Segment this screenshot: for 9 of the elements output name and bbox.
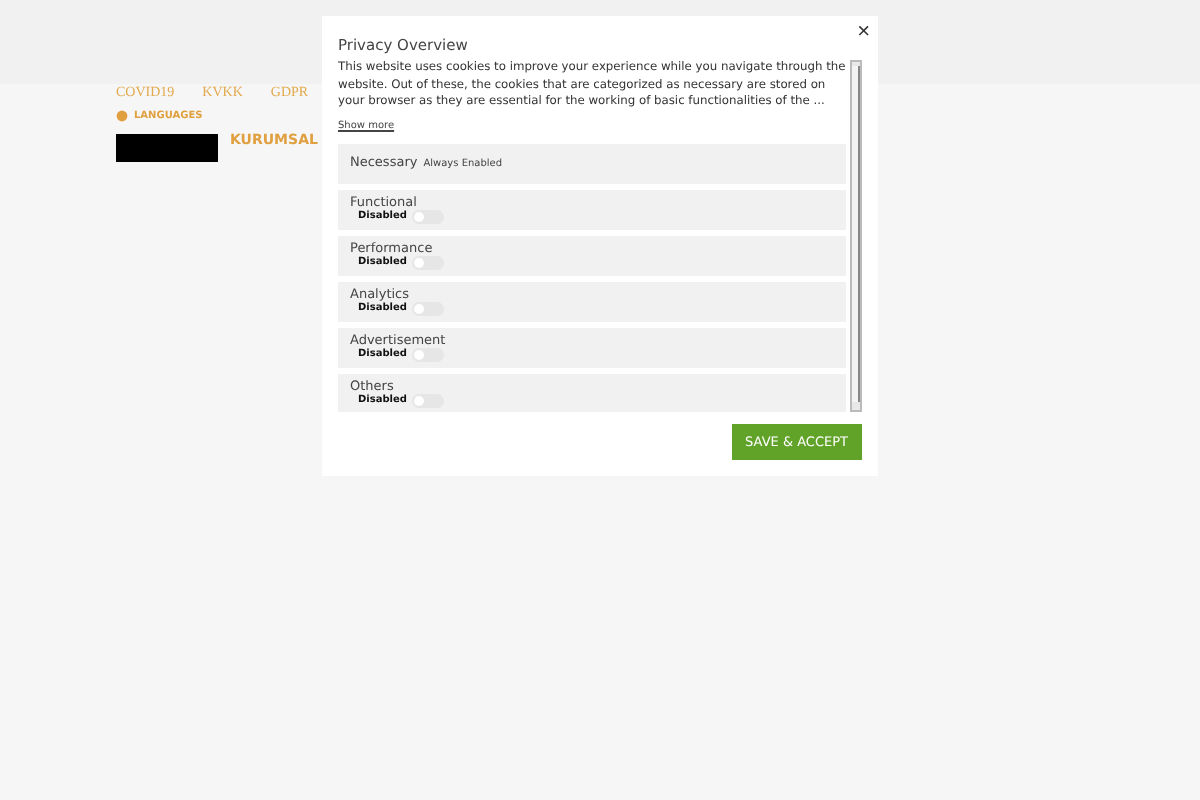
close-button[interactable]: × [857, 22, 870, 42]
toggle-switch[interactable] [412, 347, 445, 361]
globe-icon [116, 110, 128, 122]
toggle-switch[interactable] [412, 301, 445, 315]
toggle-switch[interactable] [412, 393, 445, 407]
home-button[interactable] [116, 134, 218, 162]
toggle-switch[interactable] [412, 255, 445, 269]
scrollbar[interactable] [850, 60, 862, 412]
toggle-switch[interactable] [412, 209, 445, 223]
